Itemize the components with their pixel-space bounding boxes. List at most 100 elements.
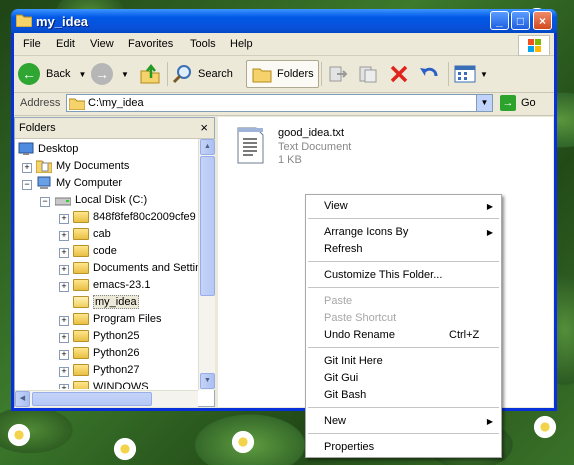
menu-edit[interactable]: Edit [56,38,75,50]
menu-separator [308,433,499,434]
context-menu-customize[interactable]: Customize This Folder... [324,269,442,281]
flower-decoration [2,418,36,452]
folder-icon [73,381,89,389]
expand-toggle[interactable]: + [59,282,69,292]
folders-button[interactable]: Folders [246,60,319,88]
menu-view[interactable]: View [90,38,114,50]
tree-vertical-scrollbar[interactable]: ▲ ▼ [198,139,215,390]
file-name: good_idea.txt [278,127,345,139]
tree-item-folder[interactable]: Python25 [73,328,139,344]
go-arrow-icon: → [500,95,516,111]
tree-item-label: code [93,245,117,257]
minimize-button[interactable]: _ [490,11,509,30]
collapse-toggle[interactable]: − [22,180,32,190]
tree-item-my-computer[interactable]: My Computer [36,175,122,191]
expand-toggle[interactable]: + [59,367,69,377]
flower-decoration [108,432,142,466]
tree-item-folder[interactable]: Python27 [73,362,139,378]
folder-icon [73,245,89,257]
folder-icon [73,347,89,359]
delete-icon [390,65,408,83]
go-button[interactable]: → Go [500,95,536,111]
menu-separator [308,347,499,348]
move-to-icon [329,66,348,82]
scroll-thumb[interactable] [32,392,152,406]
forward-button[interactable]: → ▼ [91,60,129,88]
tree-item-folder[interactable]: Documents and Settings [73,260,198,276]
toolbar: ← Back ▼ → ▼ Search Folders ▼ [14,56,554,93]
expand-toggle[interactable]: + [22,163,32,173]
tree-item-my-documents[interactable]: My Documents [36,158,129,174]
forward-arrow-icon: → [91,63,113,85]
folders-icon [252,68,272,83]
folders-pane-title: Folders [19,122,56,134]
address-value: C:\my_idea [88,97,144,109]
address-input[interactable]: C:\my_idea ▼ [66,94,493,112]
menu-file[interactable]: File [23,38,41,50]
tree-item-label: Python26 [93,347,140,359]
up-folder-button[interactable] [139,60,161,88]
tree-item-folder[interactable]: code [73,243,117,259]
undo-button[interactable] [418,60,440,88]
delete-button[interactable] [388,60,410,88]
address-dropdown-button[interactable]: ▼ [476,95,492,111]
drive-icon [55,197,71,206]
scroll-thumb[interactable] [200,156,215,296]
tree-item-folder[interactable]: emacs-23.1 [73,277,150,293]
maximize-button[interactable]: □ [511,11,530,30]
context-menu-git-init[interactable]: Git Init Here [324,355,383,367]
folder-icon [73,228,89,240]
scroll-down-button[interactable]: ▼ [200,373,215,389]
copy-to-button[interactable] [357,60,379,88]
move-to-button[interactable] [327,60,349,88]
context-menu-refresh[interactable]: Refresh [324,243,363,255]
address-bar: Address C:\my_idea ▼ → Go [14,93,554,116]
scroll-up-button[interactable]: ▲ [200,139,215,155]
context-menu-new[interactable]: New [324,415,346,427]
back-button[interactable]: ← Back ▼ [18,60,86,88]
tree-item-folder[interactable]: Program Files [73,311,161,327]
scroll-left-button[interactable]: ◀ [15,391,30,407]
tree-item-folder[interactable]: 848f8fef80c2009cfe9 [73,209,196,225]
context-menu-properties[interactable]: Properties [324,441,374,453]
toolbar-separator [167,62,168,86]
collapse-toggle[interactable]: − [40,197,50,207]
tree-item-folder[interactable]: cab [73,226,111,242]
folder-icon [73,330,89,342]
search-button[interactable]: Search [172,60,233,88]
context-menu-arrange[interactable]: Arrange Icons By [324,226,408,238]
expand-toggle[interactable]: + [59,231,69,241]
tree-item-folder-selected[interactable]: my_idea [73,294,139,310]
tree-item-folder[interactable]: WINDOWS [73,379,149,389]
title-bar[interactable]: my_idea _ □ × [11,9,557,33]
toolbar-separator [448,62,449,86]
expand-toggle[interactable]: + [59,265,69,275]
expand-toggle[interactable]: + [59,384,69,389]
expand-toggle[interactable]: + [59,350,69,360]
tree-item-desktop[interactable]: Desktop [18,141,78,157]
folder-icon [73,313,89,325]
tree-item-label: My Computer [56,177,123,189]
menu-help[interactable]: Help [230,38,253,50]
folder-icon [73,262,89,274]
expand-toggle[interactable]: + [59,333,69,343]
folders-pane-close-button[interactable]: × [200,120,208,135]
context-menu-git-gui[interactable]: Git Gui [324,372,358,384]
tree-item-folder[interactable]: Python26 [73,345,139,361]
close-button[interactable]: × [533,11,552,30]
menu-tools[interactable]: Tools [190,38,216,50]
expand-toggle[interactable]: + [59,214,69,224]
context-menu-undo-rename[interactable]: Undo Rename [324,329,395,341]
context-menu-view[interactable]: View [324,200,348,212]
undo-shortcut-label: Ctrl+Z [449,329,480,341]
menu-separator [308,407,499,408]
menu-favorites[interactable]: Favorites [128,38,173,50]
tree-item-local-disk[interactable]: Local Disk (C:) [55,192,147,208]
views-button[interactable]: ▼ [454,60,488,88]
copy-to-icon [359,66,377,83]
expand-toggle[interactable]: + [59,316,69,326]
context-menu-git-bash[interactable]: Git Bash [324,389,366,401]
tree-horizontal-scrollbar[interactable]: ◀ [15,390,198,407]
open-folder-icon [73,296,89,308]
expand-toggle[interactable]: + [59,248,69,258]
